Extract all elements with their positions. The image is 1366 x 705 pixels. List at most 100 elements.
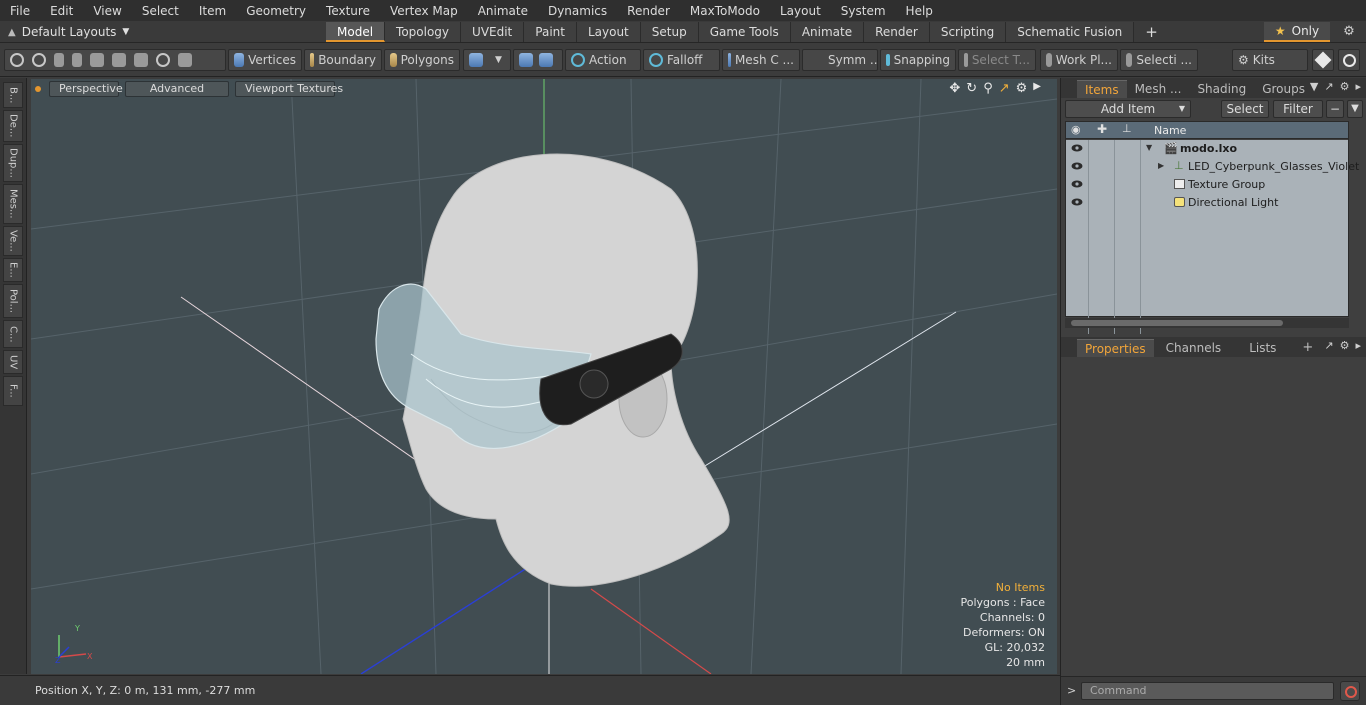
- tab-schematic-fusion[interactable]: Schematic Fusion: [1006, 22, 1135, 42]
- menu-help[interactable]: Help: [896, 4, 943, 18]
- tab-model[interactable]: Model: [326, 22, 386, 42]
- tree-scrollbar[interactable]: [1065, 318, 1349, 328]
- vtab-polygon[interactable]: Pol...: [3, 284, 23, 318]
- menu-view[interactable]: View: [83, 4, 131, 18]
- chevron-down-icon[interactable]: ▼: [1310, 80, 1318, 93]
- scale-icon[interactable]: [539, 53, 553, 67]
- vtab-uv[interactable]: UV: [3, 350, 23, 374]
- item-mode-icon[interactable]: [178, 53, 192, 67]
- tab-items[interactable]: Items: [1077, 80, 1127, 98]
- kits-button[interactable]: ⚙ Kits: [1232, 49, 1308, 71]
- panel-gear-icon[interactable]: ⚙: [1340, 339, 1350, 352]
- viewport-menu-arrow-icon[interactable]: ▶: [1033, 81, 1041, 96]
- selection-sets-button[interactable]: Selecti ...: [1120, 49, 1198, 71]
- menu-vertex-map[interactable]: Vertex Map: [380, 4, 468, 18]
- funnel-icon[interactable]: ▼: [1347, 100, 1363, 118]
- command-input[interactable]: Command: [1081, 682, 1334, 700]
- tab-setup[interactable]: Setup: [640, 22, 699, 42]
- tab-render[interactable]: Render: [864, 22, 930, 42]
- tab-lists[interactable]: Lists: [1241, 339, 1284, 357]
- type-column-icon[interactable]: ⊥: [1122, 122, 1132, 135]
- tab-groups[interactable]: Groups: [1254, 80, 1313, 98]
- expand-triangle-icon[interactable]: ▶: [1158, 161, 1164, 170]
- boundary-button[interactable]: Boundary: [304, 49, 382, 71]
- vtab-basic[interactable]: B...: [3, 82, 23, 108]
- tree-row-scene[interactable]: ▼ 🎬 modo.lxo: [1066, 140, 1348, 158]
- tree-row-texture-group[interactable]: Texture Group: [1066, 176, 1348, 194]
- add-item-button[interactable]: Add Item ▼: [1065, 100, 1191, 118]
- panel-gear-icon[interactable]: ⚙: [1340, 80, 1350, 93]
- center-icon[interactable]: [112, 53, 126, 67]
- menu-texture[interactable]: Texture: [316, 4, 380, 18]
- eye-column-icon[interactable]: ◉: [1071, 123, 1081, 136]
- menu-edit[interactable]: Edit: [40, 4, 83, 18]
- menu-file[interactable]: File: [0, 4, 40, 18]
- tab-topology[interactable]: Topology: [385, 22, 462, 42]
- vtab-edge[interactable]: E...: [3, 258, 23, 282]
- filter-button[interactable]: Filter: [1273, 100, 1323, 118]
- circle-select-icon[interactable]: [10, 53, 24, 67]
- scrollbar-thumb[interactable]: [1071, 320, 1283, 326]
- brush-icon[interactable]: [72, 53, 82, 67]
- panel-arrow-icon[interactable]: ▸: [1355, 80, 1361, 93]
- vtab-duplicate[interactable]: Dup...: [3, 144, 23, 182]
- expand-icon[interactable]: ↗: [1324, 339, 1333, 352]
- tab-mesh[interactable]: Mesh ...: [1127, 80, 1190, 98]
- unity-button[interactable]: [1312, 49, 1334, 71]
- lock-column-icon[interactable]: ✚: [1097, 122, 1107, 136]
- select-button[interactable]: Select: [1221, 100, 1269, 118]
- symmetry-button[interactable]: Symm ...: [802, 49, 878, 71]
- select-through-button[interactable]: Select T...: [958, 49, 1036, 71]
- panel-arrow-icon[interactable]: ▸: [1355, 339, 1361, 352]
- rotate-view-icon[interactable]: ↻: [966, 81, 977, 96]
- tab-scripting[interactable]: Scripting: [929, 22, 1007, 42]
- tab-channels[interactable]: Channels: [1158, 339, 1230, 357]
- tree-row-mesh[interactable]: ▶ ⊥ LED_Cyberpunk_Glasses_Violet: [1066, 158, 1359, 176]
- record-icon[interactable]: [1340, 681, 1360, 701]
- tab-uvedit[interactable]: UVEdit: [461, 22, 525, 42]
- 3d-viewport[interactable]: Y Z X Perspective Advanced Viewport Text…: [31, 79, 1057, 674]
- maximize-icon[interactable]: ↗: [999, 81, 1010, 96]
- add-tab-button[interactable]: +: [1134, 22, 1169, 42]
- vtab-curve[interactable]: C...: [3, 320, 23, 348]
- unreal-button[interactable]: [1338, 49, 1360, 71]
- viewport-gear-icon[interactable]: ⚙: [1016, 81, 1028, 96]
- work-plane-button[interactable]: Work Pl...: [1040, 49, 1118, 71]
- eye-icon[interactable]: [1071, 197, 1083, 207]
- vtab-deform[interactable]: De...: [3, 110, 23, 142]
- eye-icon[interactable]: [1071, 143, 1083, 153]
- tab-layout[interactable]: Layout: [576, 22, 641, 42]
- tab-animate[interactable]: Animate: [790, 22, 865, 42]
- layout-selector[interactable]: ▲ Default Layouts ▼: [8, 24, 129, 40]
- tab-game-tools[interactable]: Game Tools: [698, 22, 791, 42]
- vtab-fusion[interactable]: F...: [3, 376, 23, 406]
- tree-row-light[interactable]: Directional Light: [1066, 194, 1348, 212]
- vtab-mesh-edit[interactable]: Mes...: [3, 184, 23, 224]
- name-column-header[interactable]: Name: [1154, 124, 1186, 137]
- eye-icon[interactable]: [1071, 161, 1083, 171]
- menu-select[interactable]: Select: [132, 4, 189, 18]
- zoom-icon[interactable]: ⚲: [983, 81, 993, 96]
- menu-dynamics[interactable]: Dynamics: [538, 4, 617, 18]
- menu-maxtomodo[interactable]: MaxToModo: [680, 4, 770, 18]
- menu-layout[interactable]: Layout: [770, 4, 831, 18]
- perspective-button[interactable]: Perspective: [49, 81, 123, 97]
- polygons-button[interactable]: Polygons: [384, 49, 460, 71]
- action-center-button[interactable]: Action: [565, 49, 641, 71]
- viewport-textures-button[interactable]: Viewport Textures: [235, 81, 343, 97]
- vtab-vertex[interactable]: Ve...: [3, 226, 23, 256]
- snapping-button[interactable]: Snapping: [880, 49, 956, 71]
- globe-icon[interactable]: [32, 53, 46, 67]
- only-button[interactable]: ★ Only: [1264, 22, 1330, 42]
- tab-shading[interactable]: Shading: [1189, 80, 1254, 98]
- collapse-button[interactable]: −: [1326, 100, 1344, 118]
- tab-paint[interactable]: Paint: [524, 22, 577, 42]
- align-icon[interactable]: [90, 53, 104, 67]
- frame-icon[interactable]: [134, 53, 148, 67]
- menu-system[interactable]: System: [831, 4, 896, 18]
- tab-properties[interactable]: Properties: [1077, 339, 1154, 357]
- move-icon[interactable]: [519, 53, 533, 67]
- eye-icon[interactable]: [1071, 179, 1083, 189]
- expand-triangle-icon[interactable]: ▼: [1146, 143, 1152, 152]
- gear-icon[interactable]: ⚙: [1340, 24, 1358, 40]
